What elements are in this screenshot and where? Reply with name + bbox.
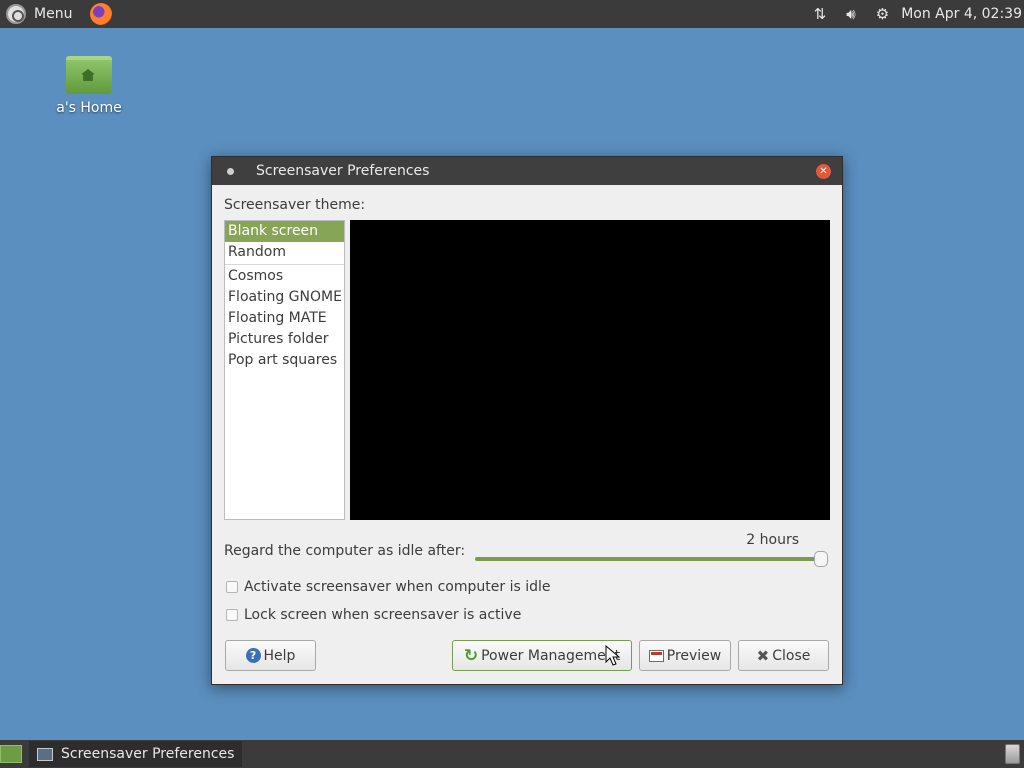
help-icon: ? bbox=[245, 648, 261, 663]
theme-item-cosmos[interactable]: Cosmos bbox=[225, 266, 344, 287]
close-button-label: Close bbox=[772, 647, 811, 664]
theme-item-random[interactable]: Random bbox=[225, 242, 344, 263]
home-folder-icon bbox=[66, 56, 112, 94]
theme-item-floating-mate[interactable]: Floating MATE bbox=[225, 308, 344, 329]
home-folder-label: a's Home bbox=[56, 100, 122, 116]
idle-label: Regard the computer as idle after: bbox=[224, 543, 466, 559]
top-panel: Menu ⇅ 🔊︎ ⚙ Mon Apr 4, 02:39 bbox=[0, 0, 1024, 28]
show-desktop-icon[interactable] bbox=[0, 745, 22, 763]
taskbar-item-screensaver-preferences[interactable]: Screensaver Preferences bbox=[29, 741, 243, 767]
taskbar-item-label: Screensaver Preferences bbox=[61, 746, 235, 762]
menu-label: Menu bbox=[34, 6, 73, 22]
theme-item-blank-screen[interactable]: Blank screen bbox=[225, 221, 344, 242]
help-button-label: Help bbox=[263, 647, 296, 664]
theme-label: Screensaver theme: bbox=[224, 197, 366, 213]
preview-button-label: Preview bbox=[666, 647, 722, 664]
lock-screen-checkbox[interactable] bbox=[226, 609, 238, 621]
lock-screen-checkbox-row[interactable]: Lock screen when screensaver is active bbox=[226, 607, 521, 623]
desktop-home-folder[interactable]: a's Home bbox=[50, 56, 128, 116]
idle-slider-track[interactable] bbox=[475, 557, 823, 561]
screensaver-preferences-dialog: Screensaver Preferences ✕ Screensaver th… bbox=[211, 156, 843, 685]
theme-item-floating-gnome[interactable]: Floating GNOME bbox=[225, 287, 344, 308]
menu-button[interactable]: Menu bbox=[0, 0, 78, 28]
mouse-pointer-icon bbox=[605, 645, 621, 666]
activate-screensaver-checkbox-row[interactable]: Activate screensaver when computer is id… bbox=[226, 579, 550, 595]
theme-list-separator bbox=[225, 264, 344, 265]
idle-value: 2 hours bbox=[746, 532, 799, 548]
power-management-icon: ↻ bbox=[463, 645, 479, 666]
power-management-label: Power Management bbox=[481, 647, 621, 664]
preview-button[interactable]: Preview bbox=[639, 640, 731, 671]
trash-icon[interactable] bbox=[1005, 744, 1020, 764]
preview-icon bbox=[648, 649, 664, 662]
bottom-panel: Screensaver Preferences bbox=[0, 740, 1024, 768]
screensaver-preview-area bbox=[350, 220, 830, 520]
window-close-icon[interactable]: ✕ bbox=[816, 163, 831, 179]
close-icon: ✖ bbox=[756, 646, 770, 665]
idle-slider-handle[interactable] bbox=[814, 551, 828, 567]
theme-item-pop-art-squares[interactable]: Pop art squares bbox=[225, 350, 344, 371]
activate-screensaver-label: Activate screensaver when computer is id… bbox=[244, 579, 551, 595]
window-menu-icon[interactable] bbox=[227, 167, 234, 175]
close-button[interactable]: ✖ Close bbox=[738, 640, 829, 671]
dialog-titlebar[interactable]: Screensaver Preferences ✕ bbox=[212, 157, 842, 185]
theme-list[interactable]: Blank screen Random Cosmos Floating GNOM… bbox=[224, 220, 345, 520]
help-button[interactable]: ? Help bbox=[225, 640, 316, 671]
firefox-icon[interactable] bbox=[90, 3, 113, 25]
clock[interactable]: Mon Apr 4, 02:39 bbox=[901, 6, 1022, 22]
monitor-icon bbox=[37, 747, 53, 761]
network-icon[interactable]: ⇅ bbox=[814, 5, 827, 23]
theme-item-pictures-folder[interactable]: Pictures folder bbox=[225, 329, 344, 350]
settings-gear-icon[interactable]: ⚙ bbox=[876, 5, 889, 23]
activate-screensaver-checkbox[interactable] bbox=[226, 581, 238, 593]
ubuntu-logo-icon bbox=[6, 4, 26, 24]
lock-screen-label: Lock screen when screensaver is active bbox=[244, 607, 522, 623]
dialog-title: Screensaver Preferences bbox=[256, 163, 430, 179]
system-tray: ⇅ 🔊︎ ⚙ Mon Apr 4, 02:39 bbox=[804, 0, 1024, 28]
house-icon bbox=[81, 69, 95, 81]
volume-icon[interactable]: 🔊︎ bbox=[846, 5, 855, 23]
